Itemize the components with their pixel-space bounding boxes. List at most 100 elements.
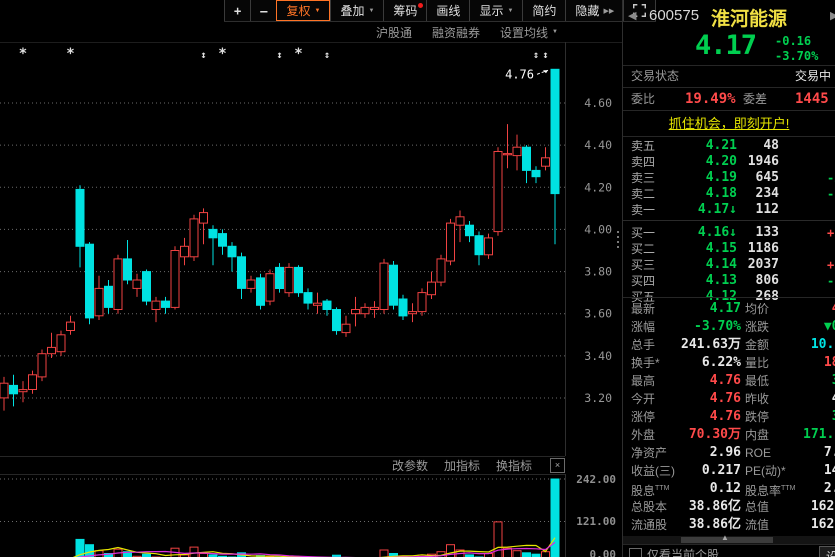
candle bbox=[85, 242, 94, 325]
settings-button[interactable]: 设置 bbox=[819, 546, 835, 557]
only-current-checkbox[interactable] bbox=[629, 548, 642, 557]
candle bbox=[379, 258, 389, 314]
updown-marker-icon: ↕ bbox=[200, 50, 206, 61]
bid-row-3[interactable]: 买三 4.14 2037 +34 bbox=[623, 257, 835, 273]
bid-price: 4.14 bbox=[705, 257, 737, 272]
high-price-annotation: 4.76 bbox=[505, 67, 534, 81]
zoom-out-button[interactable]: — bbox=[250, 0, 277, 21]
weibi-label: 委比 bbox=[631, 92, 656, 106]
bid-qty: 2037 bbox=[747, 257, 779, 272]
draw-line-button[interactable]: 画线 bbox=[426, 0, 470, 21]
display-button[interactable]: 显示 ▼ bbox=[469, 0, 523, 21]
prev-stock-icon[interactable]: ◀ bbox=[628, 9, 636, 22]
weibi-row: 委比 19.49% 委差 1445 bbox=[623, 88, 835, 110]
ask-label: 卖四 bbox=[631, 155, 656, 169]
ask-row-5[interactable]: 卖五 4.21 48 bbox=[623, 138, 835, 154]
stat-label: 外盘 bbox=[631, 428, 656, 442]
trading-terminal: + — 复权 ▼ 叠加 ▼ 筹码 画线 显示 ▼ 简约 隐藏 ▶▶ 沪股通 融资… bbox=[0, 0, 835, 557]
candle bbox=[522, 145, 531, 184]
volume-chart[interactable] bbox=[0, 474, 622, 557]
bid-row-4[interactable]: 买四 4.13 806 -1 bbox=[623, 273, 835, 289]
stats-row: 总手 241.63万 金额 10.73亿 bbox=[623, 336, 835, 354]
volume-bar bbox=[189, 546, 199, 557]
candle bbox=[9, 374, 18, 407]
stat-label: 股息率TTM bbox=[745, 484, 796, 498]
stat-value: 18.95 bbox=[823, 355, 835, 370]
ma-setting-link[interactable]: 设置均线 ▼ bbox=[500, 24, 558, 41]
candle bbox=[37, 349, 47, 382]
draw-label: 画线 bbox=[436, 4, 461, 18]
ask-price: 4.21 bbox=[705, 138, 737, 153]
stat-label: 昨收 bbox=[745, 392, 770, 406]
collapse-up-icon[interactable]: ▲ bbox=[721, 533, 729, 542]
stat-label: 总值 bbox=[745, 500, 770, 514]
volume-bar bbox=[512, 550, 522, 557]
chevron-down-icon: ▼ bbox=[507, 7, 514, 14]
bid-label: 买四 bbox=[631, 274, 656, 288]
candle bbox=[47, 332, 56, 358]
bid-label: 买二 bbox=[631, 242, 656, 256]
ask-price: 4.20 bbox=[705, 154, 737, 169]
ask-qty: 48 bbox=[763, 138, 779, 153]
stat-label: 股息TTM bbox=[631, 484, 670, 498]
simple-mode-button[interactable]: 简约 bbox=[522, 0, 566, 21]
candle bbox=[237, 252, 246, 299]
red-dot-icon bbox=[418, 3, 424, 8]
chips-button[interactable]: 筹码 bbox=[383, 0, 427, 21]
margin-trading-link[interactable]: 融资融券 bbox=[432, 24, 480, 41]
stat-value: 0.217 bbox=[701, 463, 741, 478]
volume-tick-label: 242.00 bbox=[576, 473, 616, 486]
panel-splitter-handle[interactable] bbox=[617, 231, 620, 247]
close-icon[interactable]: × bbox=[550, 458, 565, 473]
open-account-link[interactable]: 抓住机会，即刻开户! bbox=[669, 116, 790, 131]
ask-row-3[interactable]: 卖三 4.19 645 -2 bbox=[623, 170, 835, 186]
ask-delta: -1 bbox=[827, 187, 835, 201]
candlestick-chart[interactable]: 4.604.404.204.003.803.603.403.20* * ↕ * ↕ * ↕ ↕… bbox=[0, 42, 622, 456]
candle bbox=[246, 275, 256, 293]
candle bbox=[180, 237, 189, 266]
candle bbox=[218, 229, 227, 255]
zoom-in-button[interactable]: + bbox=[224, 0, 251, 21]
ask-row-4[interactable]: 卖四 4.20 1946 bbox=[623, 154, 835, 170]
panel-scrollbar[interactable]: ▲ bbox=[623, 533, 835, 544]
updown-marker-icon: ↕ bbox=[533, 50, 539, 61]
change-param-link[interactable]: 改参数 bbox=[392, 457, 428, 474]
bid-row-2[interactable]: 买二 4.15 1186 bbox=[623, 241, 835, 257]
candle bbox=[170, 246, 180, 310]
stat-label: ROE bbox=[745, 446, 772, 460]
add-indicator-link[interactable]: 加指标 bbox=[444, 457, 480, 474]
candle bbox=[104, 280, 113, 314]
indicator-header: 改参数 加指标 换指标 × bbox=[0, 456, 565, 475]
candle bbox=[66, 315, 75, 335]
volume-tick-label: 0.00 bbox=[589, 548, 617, 557]
ask-row-1[interactable]: 卖一 4.17↓ 112 bbox=[623, 202, 835, 218]
hide-button[interactable]: 隐藏 ▶▶ bbox=[565, 0, 624, 21]
hugutong-link[interactable]: 沪股通 bbox=[376, 24, 412, 41]
overlay-button[interactable]: 叠加 ▼ bbox=[330, 0, 384, 21]
ask-row-2[interactable]: 卖二 4.18 234 -1 bbox=[623, 186, 835, 202]
weicha-value: 1445 bbox=[795, 91, 829, 107]
price-tick-label: 3.80 bbox=[584, 265, 612, 279]
stats-row: 换手* 6.22% 量比 18.95 bbox=[623, 354, 835, 372]
chevron-down-icon: ▼ bbox=[314, 7, 321, 14]
bid-row-1[interactable]: 买一 4.16↓ 133 +3 bbox=[623, 225, 835, 241]
candle bbox=[398, 294, 408, 320]
weicha-label: 委差 bbox=[743, 92, 768, 106]
chevron-down-icon: ▼ bbox=[552, 29, 558, 35]
candle bbox=[56, 330, 66, 356]
stat-label: 均价 bbox=[745, 302, 770, 316]
candle bbox=[341, 315, 351, 337]
bid-price: 4.16↓ bbox=[697, 225, 737, 240]
candle bbox=[18, 381, 28, 403]
candle bbox=[151, 296, 161, 323]
stats-row: 股息TTM 0.12 股息率TTM 2.88% bbox=[623, 480, 835, 498]
ask-label: 卖五 bbox=[631, 139, 656, 153]
stat-label: 内盘 bbox=[745, 428, 770, 442]
candle bbox=[208, 225, 218, 266]
candle bbox=[417, 288, 427, 316]
stats-row: 外盘 70.30万 内盘 171.33万 bbox=[623, 426, 835, 444]
fuquan-button[interactable]: 复权 ▼ bbox=[276, 0, 331, 21]
next-stock-icon[interactable]: ▶ bbox=[830, 9, 835, 22]
switch-indicator-link[interactable]: 换指标 bbox=[496, 457, 532, 474]
candle bbox=[28, 370, 37, 394]
